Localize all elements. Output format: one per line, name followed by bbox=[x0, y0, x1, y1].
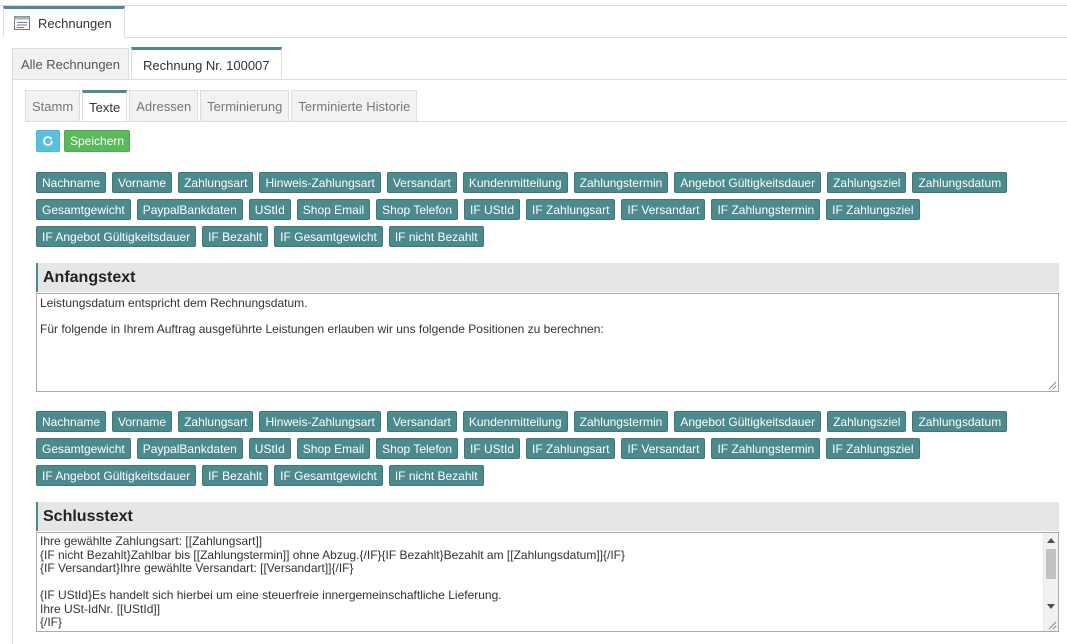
placeholder-button-zahlungsart[interactable]: Zahlungsart bbox=[178, 411, 254, 432]
placeholder-button-zahlungsart[interactable]: Zahlungsart bbox=[178, 172, 254, 193]
placeholder-button-if-ustid[interactable]: IF UStId bbox=[464, 438, 521, 459]
schlusstext-line: {/IF} bbox=[40, 615, 63, 629]
placeholder-button-zahlungsdatum[interactable]: Zahlungsdatum bbox=[912, 411, 1008, 432]
placeholder-button-if-bezahlt[interactable]: IF Bezahlt bbox=[202, 465, 269, 486]
placeholder-button-gesamtgewicht[interactable]: Gesamtgewicht bbox=[36, 438, 131, 459]
placeholder-button-zahlungsziel[interactable]: Zahlungsziel bbox=[827, 172, 907, 193]
placeholder-button-shop-email[interactable]: Shop Email bbox=[296, 438, 371, 459]
schlusstext-line: {IF nicht Bezahlt}Zahlbar bis [[Zahlungs… bbox=[40, 547, 625, 562]
refresh-button[interactable] bbox=[36, 130, 60, 152]
placeholder-button-vorname[interactable]: Vorname bbox=[112, 172, 173, 193]
schlusstext-line: Ihre gewählte Zahlungsart: [[Zahlungsart… bbox=[40, 534, 263, 548]
placeholder-button-if-nicht-bezahlt[interactable]: IF nicht Bezahlt bbox=[388, 226, 484, 247]
tab-alle-rechnungen[interactable]: Alle Rechnungen bbox=[12, 48, 130, 80]
placeholder-button-if-zahlungsart[interactable]: IF Zahlungsart bbox=[526, 438, 616, 459]
window-tab-rechnungen[interactable]: Rechnungen bbox=[3, 6, 125, 37]
anfangstext-textarea[interactable]: Leistungsdatum entspricht dem Rechnungsd… bbox=[36, 293, 1059, 392]
schlusstext-line: Ihre USt-IdNr. [[UStId]] bbox=[40, 601, 161, 616]
placeholder-button-angebot-gueltigkeitsdauer[interactable]: Angebot Gültigkeitsdauer bbox=[674, 172, 822, 193]
scroll-thumb[interactable] bbox=[1046, 549, 1056, 579]
schlusstext-heading: Schlusstext bbox=[36, 502, 1059, 531]
toolbar: Speichern bbox=[36, 130, 131, 152]
tab-stamm[interactable]: Stamm bbox=[25, 90, 81, 121]
placeholder-button-ustid[interactable]: UStId bbox=[248, 438, 291, 459]
placeholder-buttons-schlusstext: Nachname Vorname Zahlungsart Hinweis-Zahlun… bbox=[36, 411, 1036, 486]
placeholder-button-if-versandart[interactable]: IF Versandart bbox=[621, 438, 706, 459]
placeholder-button-if-nicht-bezahlt[interactable]: IF nicht Bezahlt bbox=[388, 465, 484, 486]
placeholder-button-ustid[interactable]: UStId bbox=[248, 199, 291, 220]
refresh-icon bbox=[43, 136, 53, 146]
window-tab-label: Rechnungen bbox=[38, 15, 112, 31]
placeholder-button-if-zahlungsziel[interactable]: IF Zahlungsziel bbox=[826, 199, 920, 220]
placeholder-button-versandart[interactable]: Versandart bbox=[386, 172, 457, 193]
placeholder-button-versandart[interactable]: Versandart bbox=[386, 411, 457, 432]
placeholder-button-kundenmitteilung[interactable]: Kundenmitteilung bbox=[462, 411, 568, 432]
placeholder-button-shop-telefon[interactable]: Shop Telefon bbox=[376, 438, 459, 459]
save-button[interactable]: Speichern bbox=[64, 130, 131, 152]
tab-terminierte-historie[interactable]: Terminierte Historie bbox=[291, 90, 418, 121]
placeholder-button-shop-telefon[interactable]: Shop Telefon bbox=[376, 199, 459, 220]
placeholder-button-gesamtgewicht[interactable]: Gesamtgewicht bbox=[36, 199, 131, 220]
anfangstext-line-2: Für folgende in Ihrem Auftrag ausgeführt… bbox=[40, 322, 604, 336]
placeholder-button-zahlungstermin[interactable]: Zahlungstermin bbox=[573, 411, 669, 432]
placeholder-button-if-zahlungsziel[interactable]: IF Zahlungsziel bbox=[826, 438, 920, 459]
placeholder-button-paypalbankdaten[interactable]: PaypalBankdaten bbox=[136, 438, 243, 459]
schlusstext-line bbox=[40, 576, 1038, 590]
schlusstext-line: {IF UStId}Es handelt sich hierbei um ein… bbox=[40, 588, 502, 602]
placeholder-button-if-angebot-gueltigkeitsdauer[interactable]: IF Angebot Gültigkeitsdauer bbox=[36, 465, 197, 486]
placeholder-button-kundenmitteilung[interactable]: Kundenmitteilung bbox=[462, 172, 568, 193]
placeholder-button-shop-email[interactable]: Shop Email bbox=[296, 199, 371, 220]
placeholder-button-if-zahlungstermin[interactable]: IF Zahlungstermin bbox=[711, 438, 821, 459]
placeholder-button-if-zahlungstermin[interactable]: IF Zahlungstermin bbox=[711, 199, 821, 220]
placeholder-button-if-versandart[interactable]: IF Versandart bbox=[621, 199, 706, 220]
resize-handle-icon[interactable] bbox=[1048, 621, 1057, 630]
placeholder-button-zahlungstermin[interactable]: Zahlungstermin bbox=[573, 172, 669, 193]
schlusstext-textarea[interactable]: Ihre gewählte Zahlungsart: [[Zahlungsart… bbox=[36, 532, 1059, 632]
placeholder-button-if-ustid[interactable]: IF UStId bbox=[464, 199, 521, 220]
tab-adressen[interactable]: Adressen bbox=[129, 90, 199, 121]
placeholder-button-zahlungsziel[interactable]: Zahlungsziel bbox=[827, 411, 907, 432]
placeholder-button-angebot-gueltigkeitsdauer[interactable]: Angebot Gültigkeitsdauer bbox=[674, 411, 822, 432]
tab-terminierung[interactable]: Terminierung bbox=[200, 90, 290, 121]
placeholder-button-if-angebot-gueltigkeitsdauer[interactable]: IF Angebot Gültigkeitsdauer bbox=[36, 226, 197, 247]
schlusstext-line: {IF Versandart}Ihre gewählte Versandart:… bbox=[40, 561, 354, 575]
placeholder-button-hinweis-zahlungsart[interactable]: Hinweis-Zahlungsart bbox=[259, 172, 381, 193]
placeholder-button-vorname[interactable]: Vorname bbox=[112, 411, 173, 432]
placeholder-button-if-zahlungsart[interactable]: IF Zahlungsart bbox=[526, 199, 616, 220]
placeholder-button-hinweis-zahlungsart[interactable]: Hinweis-Zahlungsart bbox=[259, 411, 381, 432]
schlusstext-content: Ihre gewählte Zahlungsart: [[Zahlungsart… bbox=[40, 534, 1038, 630]
main-tab-bar: Alle Rechnungen Rechnung Nr. 100007 bbox=[12, 47, 284, 80]
placeholder-buttons-anfangstext: Nachname Vorname Zahlungsart Hinweis-Zahlun… bbox=[36, 172, 1036, 247]
tab-texte[interactable]: Texte bbox=[82, 90, 128, 121]
invoice-list-icon bbox=[14, 16, 30, 30]
placeholder-button-zahlungsdatum[interactable]: Zahlungsdatum bbox=[912, 172, 1008, 193]
placeholder-button-paypalbankdaten[interactable]: PaypalBankdaten bbox=[136, 199, 243, 220]
vertical-scrollbar[interactable] bbox=[1043, 533, 1058, 631]
scroll-down-icon[interactable] bbox=[1047, 604, 1055, 609]
placeholder-button-if-gesamtgewicht[interactable]: IF Gesamtgewicht bbox=[274, 226, 383, 247]
placeholder-button-nachname[interactable]: Nachname bbox=[36, 172, 107, 193]
anfangstext-heading: Anfangstext bbox=[36, 263, 1059, 292]
scroll-up-icon[interactable] bbox=[1047, 538, 1055, 543]
resize-handle-icon[interactable] bbox=[1048, 381, 1057, 390]
placeholder-button-nachname[interactable]: Nachname bbox=[36, 411, 107, 432]
tab-rechnung-detail[interactable]: Rechnung Nr. 100007 bbox=[131, 47, 282, 80]
placeholder-button-if-bezahlt[interactable]: IF Bezahlt bbox=[202, 226, 269, 247]
placeholder-button-if-gesamtgewicht[interactable]: IF Gesamtgewicht bbox=[274, 465, 383, 486]
anfangstext-line-1: Leistungsdatum entspricht dem Rechnungsd… bbox=[40, 296, 308, 310]
sub-tab-bar: Stamm Texte Adressen Terminierung Termin… bbox=[25, 90, 419, 121]
